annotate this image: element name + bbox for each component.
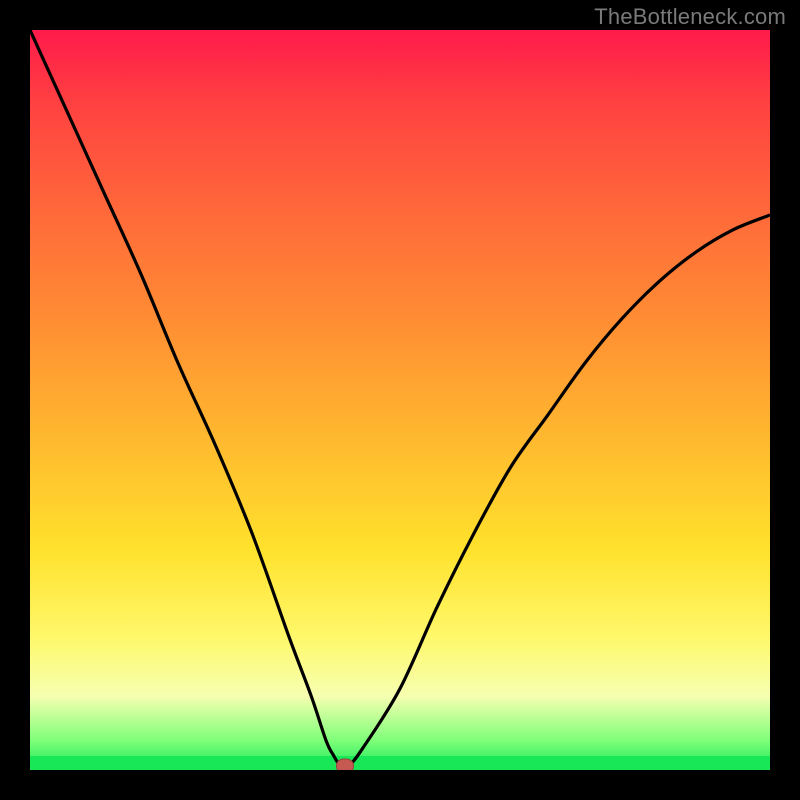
curve-path — [30, 30, 770, 768]
plot-area — [30, 30, 770, 770]
watermark-text: TheBottleneck.com — [594, 4, 786, 30]
chart-frame: TheBottleneck.com — [0, 0, 800, 800]
optimal-point-marker — [336, 759, 354, 770]
bottleneck-curve — [30, 30, 770, 770]
